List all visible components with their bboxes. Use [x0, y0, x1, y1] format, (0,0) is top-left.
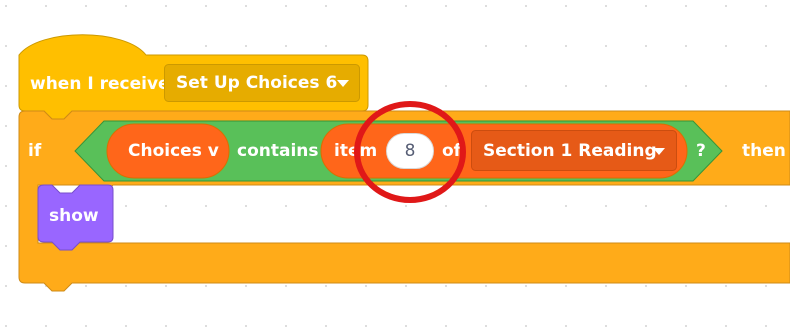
code-canvas[interactable]: when I receive Set Up Choices 6 if then … — [0, 0, 790, 332]
show-label: show — [49, 206, 99, 226]
show-block-shape[interactable] — [0, 0, 790, 332]
